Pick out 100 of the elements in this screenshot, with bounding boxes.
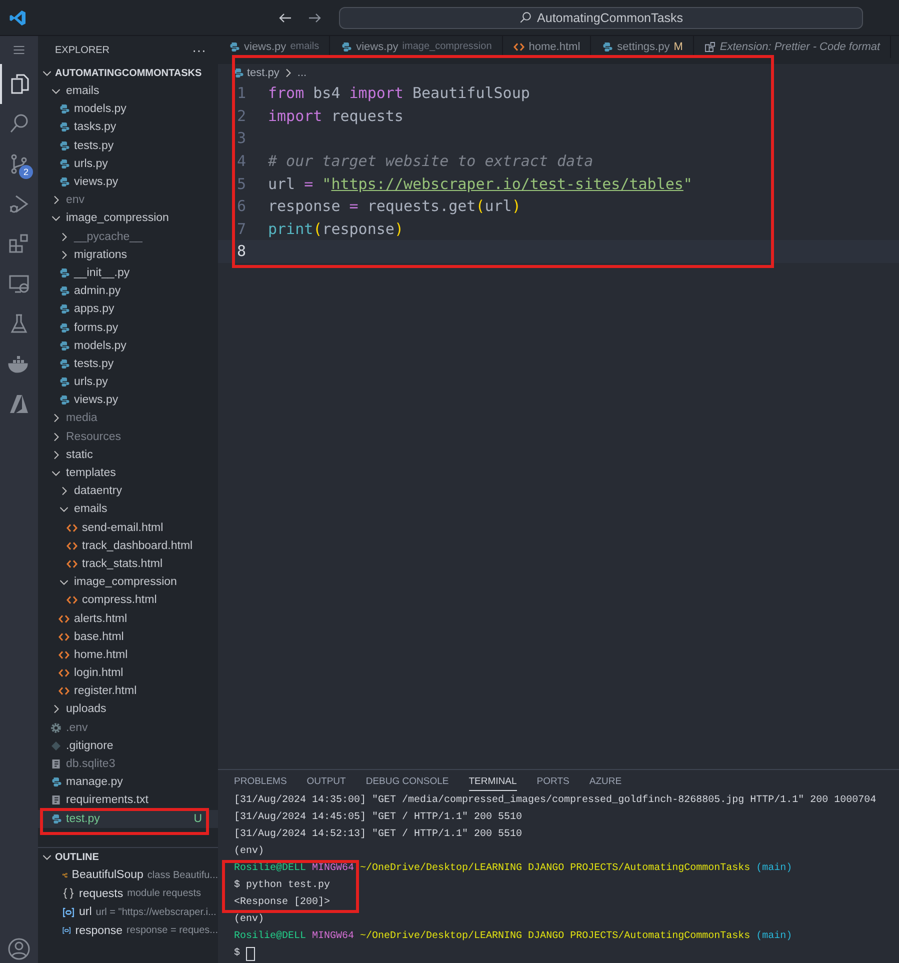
code-brackets-icon	[58, 612, 70, 625]
project-folder-header[interactable]: AUTOMATINGCOMMONTASKS	[38, 64, 218, 82]
extension-icon	[704, 41, 716, 53]
file-item[interactable]: admin.py	[38, 282, 218, 300]
folder-item[interactable]: image_compression	[38, 209, 218, 228]
python-icon	[58, 340, 70, 352]
panel-tab[interactable]: TERMINAL	[468, 772, 517, 790]
file-item[interactable]: __init__.py	[38, 264, 218, 282]
file-item[interactable]: track_dashboard.html	[38, 536, 218, 555]
file-item[interactable]: tests.py	[38, 136, 218, 155]
line-number: 2	[236, 106, 247, 125]
file-item[interactable]: track_stats.html	[38, 554, 218, 574]
python-icon	[58, 358, 70, 370]
file-item[interactable]: register.html	[38, 682, 218, 700]
line-number: 8	[236, 242, 247, 260]
panel-tab[interactable]: DEBUG CONSOLE	[366, 772, 449, 790]
file-item[interactable]: .gitignore	[38, 736, 218, 755]
gear-icon	[50, 722, 62, 734]
python-icon	[58, 322, 70, 334]
more-actions-button[interactable]: ···	[192, 42, 206, 58]
file-item[interactable]: .env	[38, 718, 218, 737]
code-line: print(response)	[268, 220, 404, 238]
breadcrumb-item[interactable]: ...	[297, 67, 307, 79]
braces-icon	[62, 887, 75, 900]
file-item[interactable]: compress.html	[38, 591, 218, 610]
line-number: 5	[236, 174, 247, 193]
file-item[interactable]: send-email.html	[38, 518, 218, 537]
outline-item[interactable]: response response = reques...	[38, 922, 218, 940]
outline-item[interactable]: BeautifulSoup class Beautifu...	[38, 866, 218, 884]
file-item[interactable]: tests.py	[38, 354, 218, 373]
code-brackets-icon	[66, 558, 78, 570]
python-icon	[50, 776, 62, 788]
file-item[interactable]: login.html	[38, 664, 218, 682]
file-icon	[50, 794, 62, 806]
file-item[interactable]: forms.py	[38, 318, 218, 337]
file-item[interactable]: views.py	[38, 172, 218, 192]
python-icon	[601, 41, 614, 53]
app-logo-icon	[9, 8, 27, 26]
folder-item[interactable]: uploads	[38, 700, 218, 719]
folder-item[interactable]: __pycache__	[38, 228, 218, 246]
python-icon	[58, 103, 70, 116]
folder-item[interactable]: static	[38, 446, 218, 464]
account-icon[interactable]	[7, 937, 31, 961]
file-item[interactable]: views.py	[38, 391, 218, 410]
terminal-line: $ python test.py	[234, 880, 330, 891]
search-icon	[519, 11, 532, 24]
terminal-line: Rosilie@DELL MINGW64 ~/OneDrive/Desktop/LEARNING DJANGO PROJECTS/AutomatingCommonTasks (main)	[234, 863, 792, 874]
azure-icon[interactable]	[7, 392, 31, 416]
folder-item[interactable]: emails	[38, 500, 218, 518]
folder-item[interactable]: dataentry	[38, 482, 218, 500]
folder-item[interactable]: templates	[38, 464, 218, 482]
code-brackets-icon	[58, 685, 70, 698]
panel-tab[interactable]: PROBLEMS	[234, 772, 287, 790]
python-icon	[58, 121, 70, 134]
panel-tab[interactable]: PORTS	[536, 772, 570, 790]
line-number: 7	[236, 220, 247, 238]
file-item[interactable]: home.html	[38, 646, 218, 664]
code-brackets-icon	[512, 41, 525, 53]
code-brackets-icon	[66, 594, 78, 606]
file-item[interactable]: manage.py	[38, 773, 218, 792]
file-item[interactable]: apps.py	[38, 300, 218, 318]
file-item[interactable]: tasks.py	[38, 118, 218, 137]
file-item[interactable]: alerts.html	[38, 609, 218, 628]
git-status: U	[194, 812, 202, 825]
python-icon	[58, 394, 70, 406]
folder-item[interactable]: emails	[38, 82, 218, 100]
panel-tab[interactable]: OUTPUT	[306, 772, 346, 790]
python-icon	[50, 812, 62, 825]
terminal-line: [31/Aug/2024 14:52:13] "GET / HTTP/1.1" 200 5510	[234, 829, 522, 840]
code-brackets-icon	[58, 648, 70, 661]
terminal-line: <Response [200]>	[234, 897, 330, 908]
file-item[interactable]: models.py	[38, 100, 218, 118]
folder-item[interactable]: image_compression	[38, 573, 218, 592]
folder-item[interactable]: media	[38, 409, 218, 428]
file-item[interactable]: urls.py	[38, 373, 218, 392]
blocks-icon[interactable]	[7, 232, 31, 256]
code-line: # our target website to extract data	[268, 152, 594, 170]
breadcrumb-item[interactable]: test.py	[247, 67, 280, 79]
file-item[interactable]: base.html	[38, 628, 218, 646]
count-badge: 2	[19, 165, 33, 179]
python-icon	[58, 376, 70, 388]
file-icon	[50, 758, 62, 770]
menu-icon[interactable]	[12, 43, 26, 57]
line-number: 4	[236, 152, 247, 170]
panel-tab[interactable]: AZURE	[589, 772, 622, 790]
python-icon	[340, 41, 352, 53]
folder-item[interactable]: env	[38, 191, 218, 210]
outline-item[interactable]: requests module requests	[38, 884, 218, 903]
folder-item[interactable]: Resources	[38, 428, 218, 446]
outline-header[interactable]: OUTLINE	[38, 847, 218, 866]
python-icon	[58, 140, 70, 152]
command-center-search[interactable]: AutomatingCommonTasks	[339, 6, 863, 28]
file-item[interactable]: requirements.txt	[38, 791, 218, 810]
file-item[interactable]: db.sqlite3	[38, 754, 218, 774]
python-icon	[58, 158, 70, 170]
sidebar-title: EXPLORER	[55, 44, 110, 56]
folder-item[interactable]: migrations	[38, 246, 218, 264]
file-item[interactable]: models.py	[38, 336, 218, 355]
outline-item[interactable]: url url = "https://webscraper.i...	[38, 903, 218, 922]
file-item[interactable]: urls.py	[38, 154, 218, 173]
